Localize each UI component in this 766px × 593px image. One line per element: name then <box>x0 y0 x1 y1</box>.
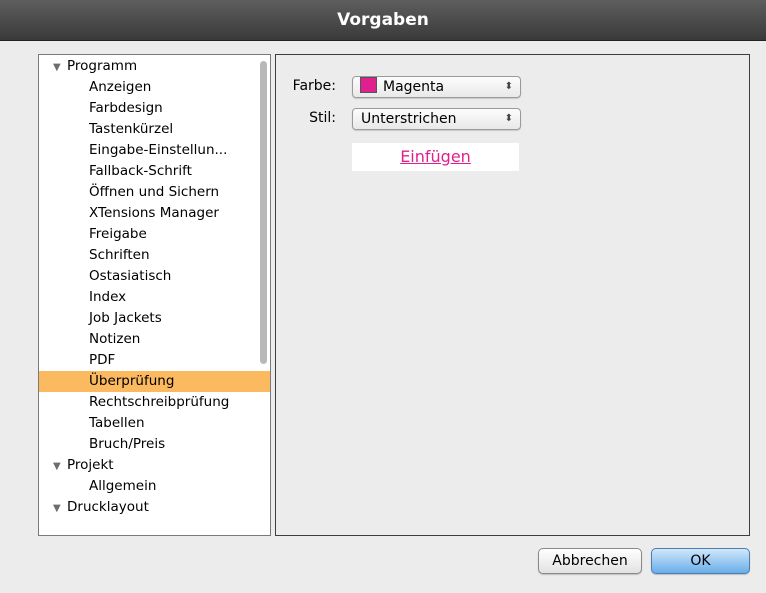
tree-item-label: Job Jackets <box>89 310 162 326</box>
tree-item[interactable]: Freigabe <box>39 224 270 245</box>
tree-item-label: Notizen <box>89 331 141 347</box>
tree-item-label: Programm <box>67 58 138 74</box>
tree-item-label: Tabellen <box>89 415 145 431</box>
tree-group[interactable]: ▼ Drucklayout <box>39 497 269 518</box>
tree-item-label: Projekt <box>67 457 114 473</box>
color-label: Farbe: <box>292 78 336 94</box>
updown-arrows-icon: ⬍ <box>504 113 513 124</box>
disclosure-triangle-down-icon[interactable]: ▼ <box>53 456 67 476</box>
tree-item-label: Überprüfung <box>89 373 175 389</box>
tree-item-label: Ostasiatisch <box>89 268 172 284</box>
tree-item[interactable]: Öffnen und Sichern <box>39 182 270 203</box>
settings-panel: Farbe: Magenta ⬍ Stil: Unterstrichen ⬍ E… <box>275 54 750 536</box>
preferences-tree[interactable]: ▼ Drucklayout Allgemein ▼ Projekt Bruch/Preis… <box>38 54 271 536</box>
tree-scrollbar[interactable] <box>260 61 267 364</box>
tree-item[interactable]: Index <box>39 287 270 308</box>
tree-item[interactable]: XTensions Manager <box>39 203 270 224</box>
style-popup[interactable]: Unterstrichen ⬍ <box>352 108 521 130</box>
color-swatch <box>360 77 377 93</box>
tree-item-label: Öffnen und Sichern <box>89 184 220 200</box>
tree-item[interactable]: Eingabe-Einstellun... <box>39 140 270 161</box>
tree-item-label: Freigabe <box>89 226 147 242</box>
tree-group[interactable]: ▼ Projekt <box>39 455 269 476</box>
tree-item[interactable]: Job Jackets <box>39 308 270 329</box>
tree-item-label: Schriften <box>89 247 150 263</box>
tree-group[interactable]: ▼ Programm <box>39 56 269 77</box>
tree-item[interactable]: Fallback-Schrift <box>39 161 270 182</box>
tree-item[interactable]: Anzeigen <box>39 77 270 98</box>
disclosure-triangle-down-icon[interactable]: ▼ <box>53 57 67 77</box>
tree-item-label: Rechtschreibprüfung <box>89 394 230 410</box>
tree-item-label: Allgemein <box>89 478 157 494</box>
style-label: Stil: <box>309 110 336 126</box>
tree-item-label: Anzeigen <box>89 79 152 95</box>
tree-item-label: Farbdesign <box>89 100 163 116</box>
tree-item-label: PDF <box>89 352 116 368</box>
tree-item-label: Bruch/Preis <box>89 436 166 452</box>
ok-button[interactable]: OK <box>651 548 750 574</box>
cancel-button[interactable]: Abbrechen <box>538 548 642 574</box>
tree-item[interactable]: Überprüfung <box>39 371 270 392</box>
tree-item[interactable]: Rechtschreibprüfung <box>39 392 270 413</box>
tree-item-label: Index <box>89 289 127 305</box>
tree-item-label: Eingabe-Einstellun... <box>89 142 228 158</box>
color-popup-value: Magenta <box>383 79 445 95</box>
tree-item-label: Tastenkürzel <box>89 121 174 137</box>
style-popup-value: Unterstrichen <box>361 111 457 127</box>
color-popup[interactable]: Magenta ⬍ <box>352 76 521 98</box>
tree-item[interactable]: Notizen <box>39 329 270 350</box>
tree-item[interactable]: Schriften <box>39 245 270 266</box>
tree-item[interactable]: Bruch/Preis <box>39 434 270 455</box>
disclosure-triangle-down-icon[interactable]: ▼ <box>53 498 67 518</box>
tree-item[interactable]: Tabellen <box>39 413 270 434</box>
tree-item[interactable]: Ostasiatisch <box>39 266 270 287</box>
tree-item[interactable]: Allgemein <box>39 476 270 497</box>
updown-arrows-icon: ⬍ <box>504 81 513 92</box>
tree-item-label: XTensions Manager <box>89 205 219 221</box>
window-title: Vorgaben <box>0 0 766 41</box>
preview-sample: Einfügen <box>352 143 519 171</box>
tree-item[interactable]: Farbdesign <box>39 98 270 119</box>
preferences-window: Vorgaben ▼ Drucklayout Allgemein ▼ Projekt Br… <box>0 0 766 593</box>
tree-item-label: Drucklayout <box>67 499 149 515</box>
tree-item[interactable]: Tastenkürzel <box>39 119 270 140</box>
tree-item-label: Fallback-Schrift <box>89 163 192 179</box>
tree-item[interactable]: PDF <box>39 350 270 371</box>
